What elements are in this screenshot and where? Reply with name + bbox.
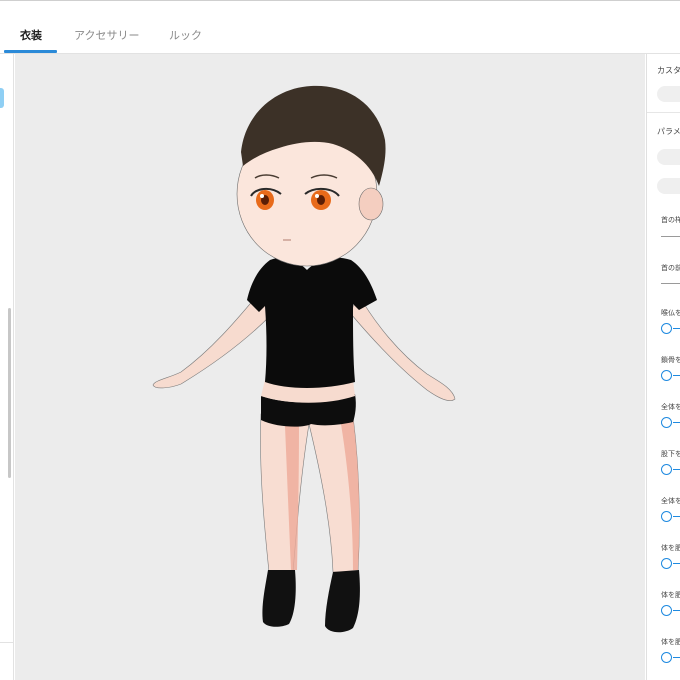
- slider-label-4: 股下を: [661, 450, 680, 458]
- top-tab-bar: 衣装 アクセサリー ルック: [0, 0, 680, 54]
- slider-knob-3[interactable]: [661, 417, 672, 428]
- left-panel-scrollbar[interactable]: [8, 308, 11, 478]
- avatar-model: [152, 85, 456, 633]
- neck-field-label-2: 首の前: [661, 264, 680, 272]
- avatar-right-boot: [325, 570, 360, 633]
- avatar-left-boot: [262, 570, 296, 627]
- neck-field-input-2[interactable]: [661, 283, 680, 284]
- slider-knob-5[interactable]: [661, 511, 672, 522]
- neck-field-label-1: 首の样: [661, 216, 680, 224]
- slider-track-6[interactable]: [673, 563, 680, 564]
- slider-label-3: 全体を: [661, 403, 680, 411]
- slider-label-2: 鎖骨を: [661, 356, 680, 364]
- slider-track-2[interactable]: [673, 375, 680, 376]
- tab-look[interactable]: ルック: [169, 29, 202, 43]
- slider-knob-1[interactable]: [661, 323, 672, 334]
- slider-track-1[interactable]: [673, 328, 680, 329]
- slider-label-5: 全体を: [661, 497, 680, 505]
- avatar-right-arm: [350, 291, 456, 401]
- slider-knob-6[interactable]: [661, 558, 672, 569]
- left-panel-selected-item[interactable]: [0, 88, 4, 108]
- slider-track-3[interactable]: [673, 422, 680, 423]
- slider-knob-8[interactable]: [661, 652, 672, 663]
- slider-track-5[interactable]: [673, 516, 680, 517]
- slider-knob-4[interactable]: [661, 464, 672, 475]
- avatar-black-tshirt: [247, 257, 377, 388]
- tab-costume[interactable]: 衣装: [20, 29, 42, 43]
- left-side-panel: [0, 54, 14, 680]
- parameter-section-title: パラメ: [657, 127, 680, 136]
- slider-track-8[interactable]: [673, 657, 680, 658]
- parameter-option-pill-2[interactable]: [657, 178, 680, 194]
- window-top-border: [0, 0, 680, 1]
- active-tab-indicator: [4, 50, 57, 53]
- avatar-3d-viewport[interactable]: [15, 54, 645, 680]
- slider-track-7[interactable]: [673, 610, 680, 611]
- custom-section-title: カスタ: [657, 66, 680, 75]
- neck-field-input-1[interactable]: [661, 236, 680, 237]
- slider-knob-2[interactable]: [661, 370, 672, 381]
- slider-label-1: 喉仏を: [661, 309, 680, 317]
- avatar-left-leg: [260, 413, 310, 573]
- parameters-panel: カスタ パラメ 首の样 首の前 喉仏を 鎖骨を 全体を 股下を 全体を 体を肥 …: [646, 54, 680, 680]
- slider-knob-7[interactable]: [661, 605, 672, 616]
- panel-divider: [647, 112, 680, 113]
- left-panel-divider: [0, 642, 14, 643]
- avatar-left-arm: [152, 291, 271, 389]
- slider-label-6: 体を肥: [661, 544, 680, 552]
- tab-accessory[interactable]: アクセサリー: [74, 29, 139, 43]
- parameter-option-pill-1[interactable]: [657, 149, 680, 165]
- slider-track-4[interactable]: [673, 469, 680, 470]
- slider-label-8: 体を肥: [661, 638, 680, 646]
- custom-option-pill[interactable]: [657, 86, 680, 102]
- slider-label-7: 体を肥: [661, 591, 680, 599]
